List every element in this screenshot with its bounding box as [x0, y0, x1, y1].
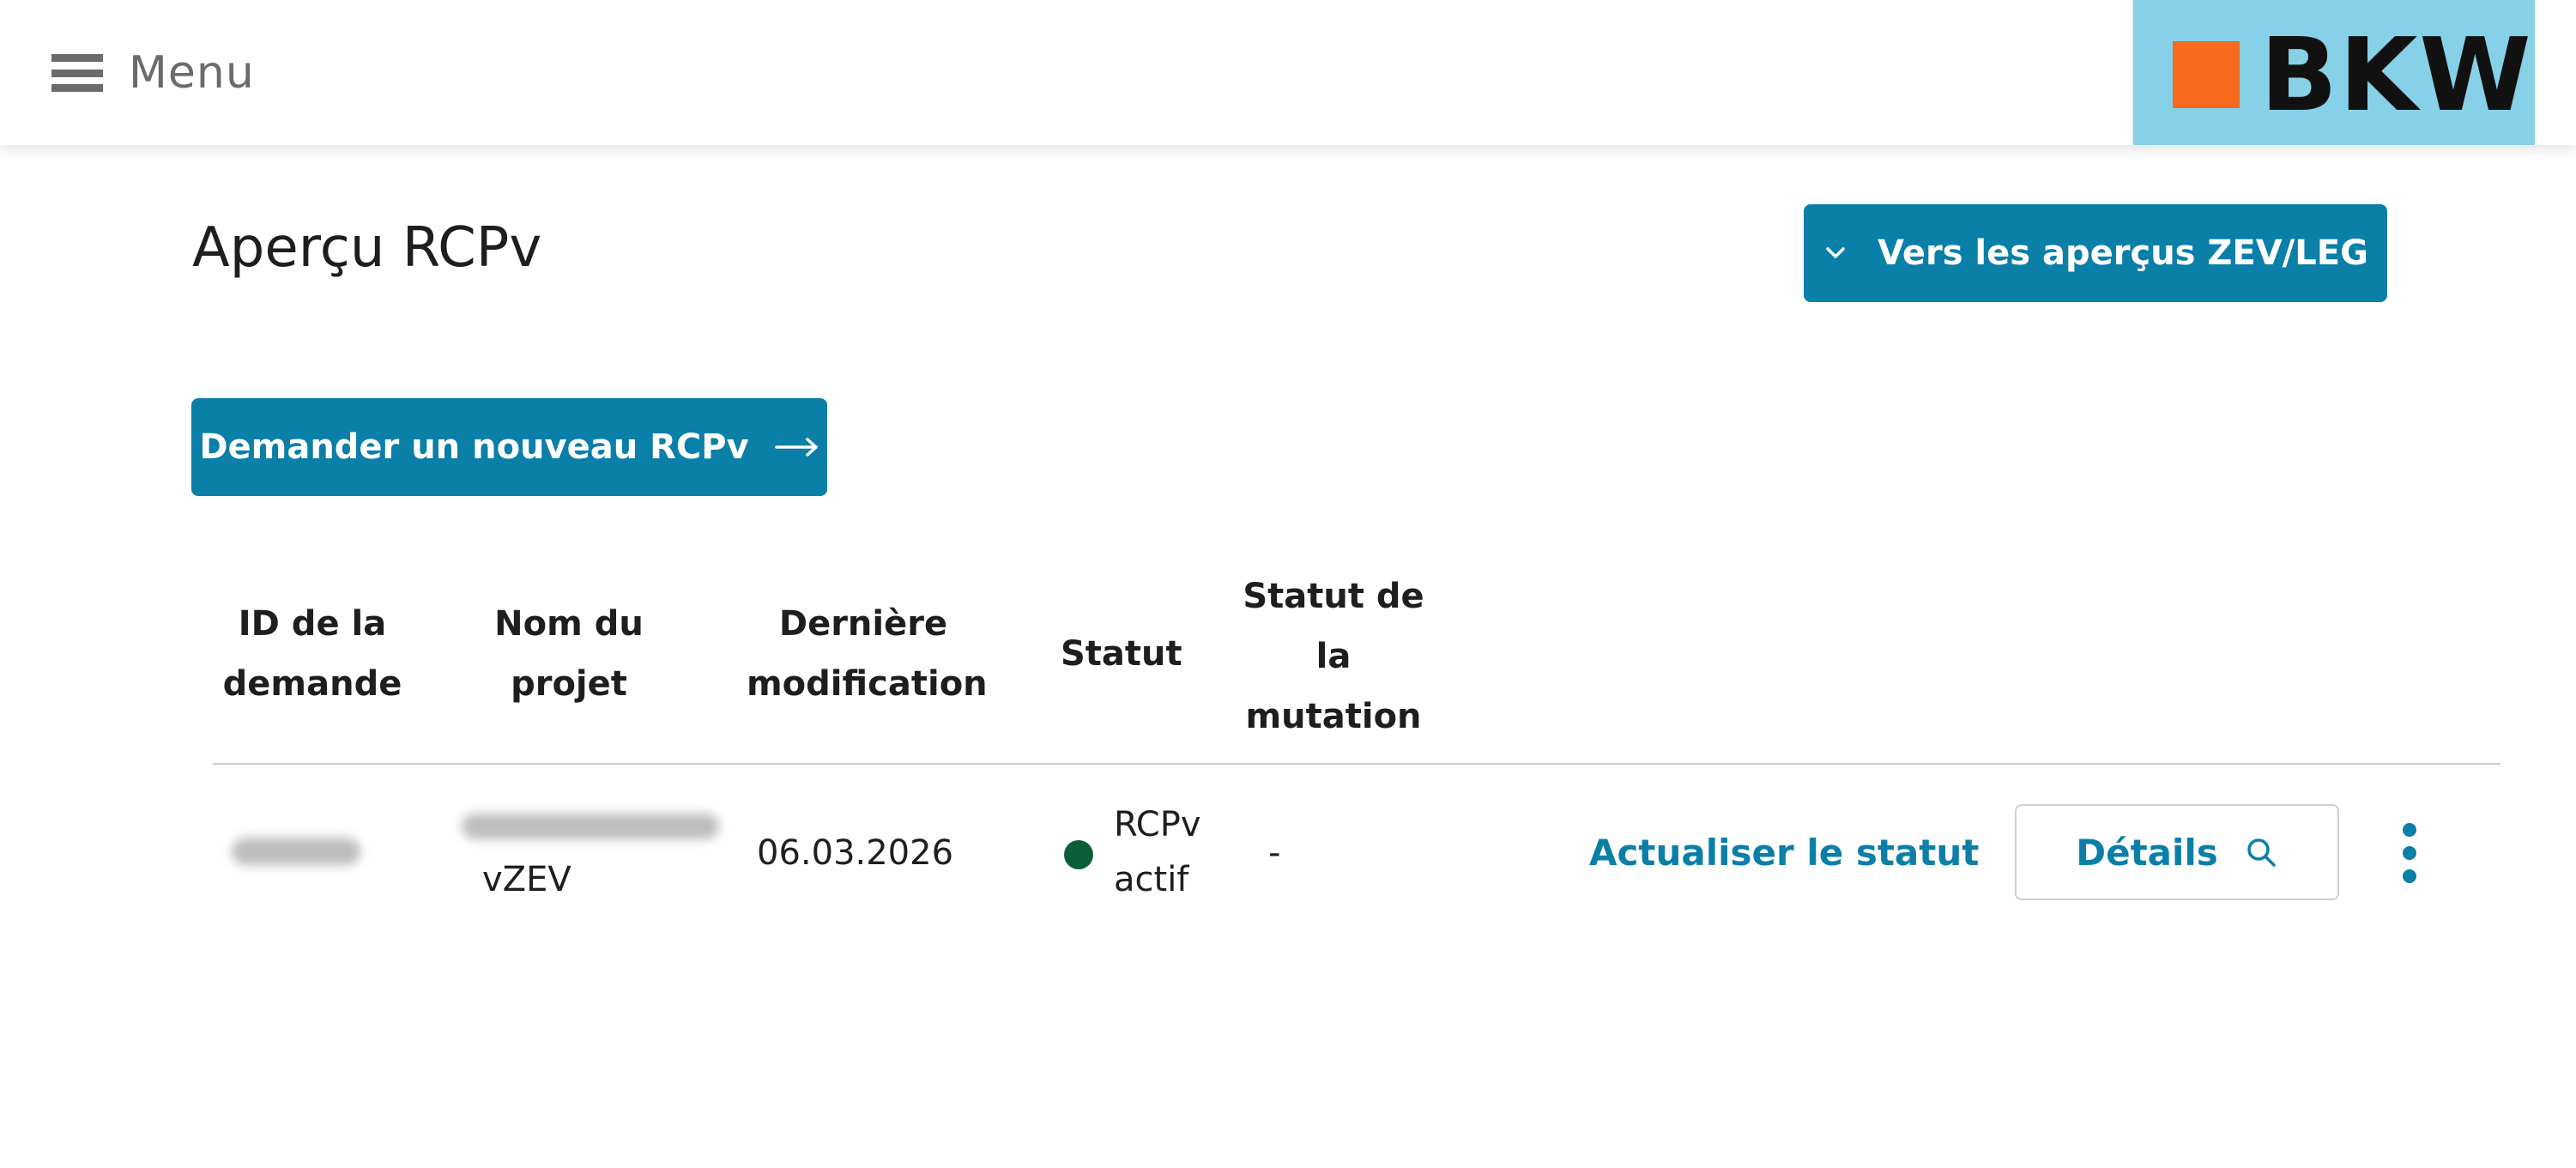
- table-row: vZEV 06.03.2026 RCPv actif - Actualiser …: [213, 765, 2500, 936]
- column-header-status[interactable]: Statut: [1061, 624, 1182, 684]
- mutation-status-value: -: [1268, 833, 1281, 873]
- status-active-icon: [1064, 840, 1093, 869]
- overview-button-label: Vers les aperçus ZEV/LEG: [1878, 233, 2368, 273]
- last-modified-value: 06.03.2026: [757, 833, 954, 873]
- request-button-label: Demander un nouveau RCPv: [199, 427, 749, 467]
- project-name-suffix: vZEV: [482, 860, 571, 899]
- column-header-project-name[interactable]: Nom du projet: [462, 594, 676, 714]
- redacted-project-name: [462, 814, 719, 839]
- top-header: Menu BKW: [0, 0, 2576, 145]
- logo-square-icon: [2173, 41, 2240, 108]
- menu-button[interactable]: Menu: [51, 43, 255, 103]
- table-header: ID de la demande Nom du projet Dernière …: [213, 566, 2500, 764]
- details-button[interactable]: Détails: [2015, 804, 2339, 900]
- more-options-icon[interactable]: [2398, 823, 2422, 883]
- logo-text: BKW: [2260, 15, 2533, 134]
- column-header-last-modified[interactable]: Dernière modification: [747, 594, 988, 714]
- bkw-logo[interactable]: BKW: [2133, 0, 2535, 145]
- refresh-status-link[interactable]: Actualiser le statut: [1589, 826, 1979, 881]
- request-new-rcpv-button[interactable]: Demander un nouveau RCPv: [191, 398, 827, 496]
- column-header-request-id[interactable]: ID de la demande: [213, 594, 412, 714]
- status-value: RCPv actif: [1114, 805, 1201, 899]
- menu-label: Menu: [129, 47, 255, 99]
- hamburger-icon: [51, 54, 103, 92]
- column-header-mutation-status[interactable]: Statut de la mutation: [1239, 566, 1428, 747]
- arrow-right-icon: [774, 437, 819, 457]
- page-title: Aperçu RCPv: [192, 216, 542, 280]
- search-icon: [2244, 835, 2278, 869]
- details-button-label: Détails: [2076, 831, 2218, 874]
- overview-zev-leg-button[interactable]: Vers les aperçus ZEV/LEG: [1804, 204, 2387, 302]
- redacted-request-id: [232, 838, 360, 865]
- chevron-down-icon: [1823, 245, 1848, 262]
